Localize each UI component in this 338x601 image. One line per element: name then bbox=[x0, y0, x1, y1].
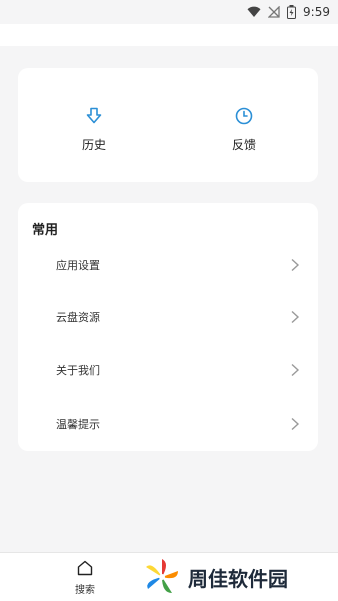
status-bar: 9:59 bbox=[0, 0, 338, 24]
menu-item-label: 温馨提示 bbox=[56, 418, 100, 431]
watermark-text: 周佳软件园 bbox=[188, 566, 288, 591]
tab-search-label: 搜索 bbox=[75, 585, 95, 596]
common-card: 常用 应用设置 云盘资源 关于我们 温馨提示 bbox=[18, 203, 318, 451]
history-download-icon bbox=[86, 107, 102, 124]
battery-charging-icon bbox=[287, 5, 297, 19]
menu-item-label: 应用设置 bbox=[56, 259, 100, 272]
home-icon bbox=[77, 560, 93, 576]
menu-item-label: 关于我们 bbox=[56, 364, 100, 377]
history-label: 历史 bbox=[81, 138, 106, 152]
chevron-right-icon bbox=[291, 417, 300, 431]
feedback-clock-icon bbox=[235, 107, 253, 125]
common-section-title: 常用 bbox=[32, 223, 59, 238]
status-time: 9:59 bbox=[303, 5, 330, 19]
watermark-logo: 周佳软件园 bbox=[140, 554, 338, 600]
status-icons: 9:59 bbox=[247, 3, 330, 21]
feedback-label: 反馈 bbox=[231, 138, 256, 152]
header-band bbox=[0, 24, 338, 46]
pinwheel-logo-icon bbox=[146, 559, 178, 593]
menu-item-tips[interactable]: 温馨提示 bbox=[18, 404, 318, 444]
wifi-icon bbox=[247, 6, 261, 17]
quick-actions-card: 历史 反馈 bbox=[18, 68, 318, 182]
tab-search[interactable]: 搜索 bbox=[60, 559, 110, 596]
chevron-right-icon bbox=[291, 258, 300, 272]
menu-item-label: 云盘资源 bbox=[56, 311, 100, 324]
no-signal-icon bbox=[268, 6, 280, 18]
chevron-right-icon bbox=[291, 363, 300, 377]
menu-item-app-settings[interactable]: 应用设置 bbox=[18, 245, 318, 285]
menu-item-cloud-resources[interactable]: 云盘资源 bbox=[18, 297, 318, 337]
menu-item-about-us[interactable]: 关于我们 bbox=[18, 350, 318, 390]
history-button[interactable]: 历史 bbox=[44, 106, 144, 153]
chevron-right-icon bbox=[291, 310, 300, 324]
feedback-button[interactable]: 反馈 bbox=[194, 106, 294, 153]
